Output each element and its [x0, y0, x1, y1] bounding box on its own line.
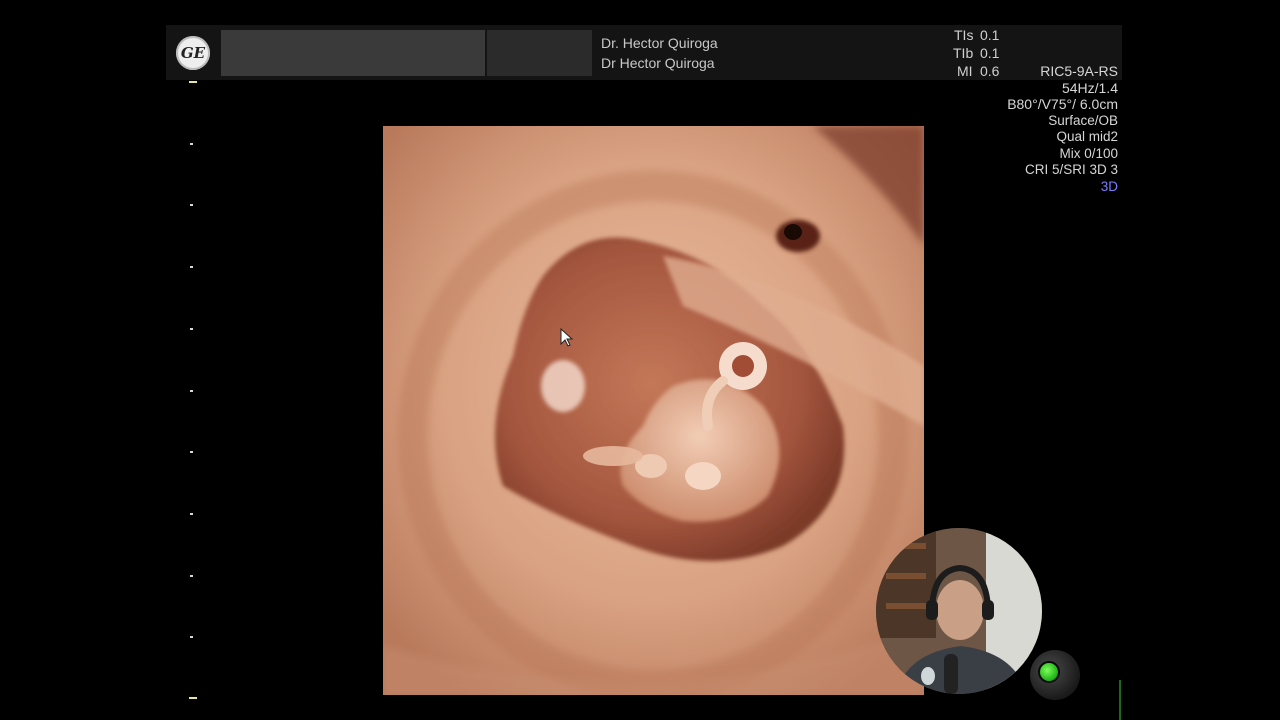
presenter-video: [876, 528, 1042, 694]
preset: Surface/OB: [1048, 112, 1118, 128]
depth-tick: [190, 451, 193, 453]
tib-value: 0.1: [980, 45, 1000, 61]
depth-tick: [190, 575, 193, 577]
ge-logo: GE: [176, 36, 210, 70]
depth-tick: [190, 328, 193, 330]
patient-name-field: [221, 30, 485, 76]
ultrasound-render: [383, 126, 924, 695]
mix: Mix 0/100: [1059, 145, 1118, 161]
tib-label: TIb: [953, 45, 974, 61]
frame-rate: 54Hz/1.4: [1061, 79, 1118, 96]
status-led-icon: [1038, 661, 1060, 683]
volume-settings: B80°/V75°/ 6.0cm: [1007, 96, 1118, 112]
edge-marker: [1119, 680, 1121, 720]
mi-label: MI: [957, 63, 973, 79]
tis-value: 0.1: [980, 27, 1000, 43]
probe-name: RIC5-9A-RS: [1040, 63, 1118, 79]
cri-sri: CRI 5/SRI 3D 3: [1024, 162, 1118, 177]
ultrasound-3d-view[interactable]: [383, 126, 924, 695]
patient-id-field: [487, 30, 592, 76]
depth-tick: [190, 513, 193, 515]
mode-label: 3D: [1100, 178, 1118, 194]
ge-logo-mark: GE: [180, 44, 206, 62]
depth-tick-major: [189, 697, 197, 699]
depth-tick-major: [189, 81, 197, 83]
depth-tick: [190, 266, 193, 268]
quality: Qual mid2: [1056, 129, 1118, 144]
doctor-name-secondary: Dr Hector Quiroga: [601, 55, 715, 71]
mi-value: 0.6: [980, 63, 1000, 79]
webcam-overlay: [876, 528, 1042, 694]
depth-tick: [190, 143, 193, 145]
mouse-cursor-icon: [560, 328, 574, 347]
imaging-parameters: RIC5-9A-RS 54Hz/1.4 B80°/V75°/ 6.0cm Sur…: [1007, 63, 1118, 195]
depth-tick: [190, 636, 193, 638]
depth-tick: [190, 204, 193, 206]
depth-tick: [190, 390, 193, 392]
status-indicator: [1030, 650, 1080, 700]
doctor-name: Dr. Hector Quiroga: [601, 35, 718, 51]
tis-label: TIs: [954, 27, 974, 43]
